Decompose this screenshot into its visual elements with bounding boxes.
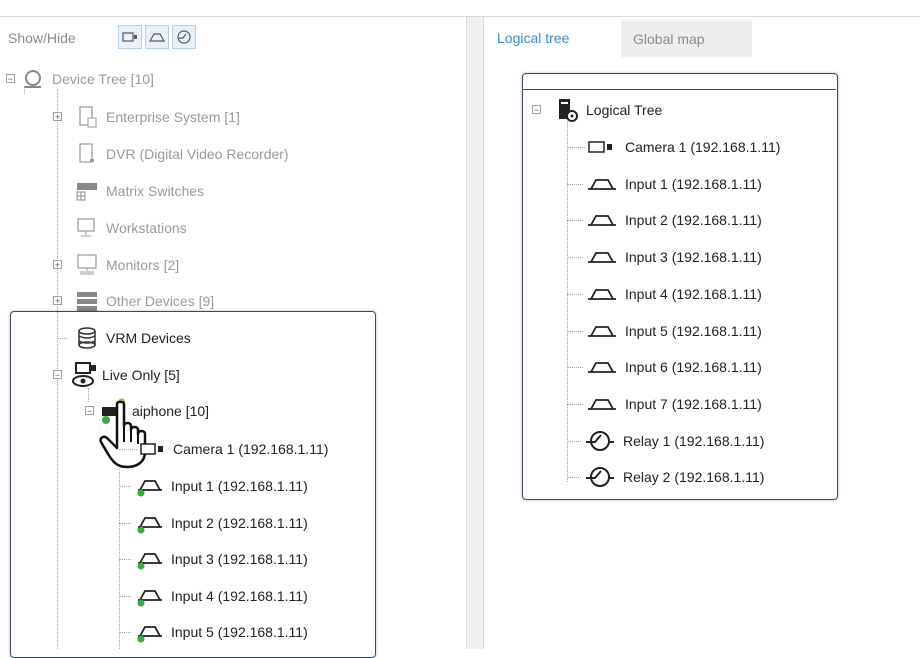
tree-item-input-4[interactable]: Input 4 (192.168.1.11)	[119, 585, 308, 607]
tree-label: Input 1 (192.168.1.11)	[625, 176, 762, 192]
tree-item-workstations[interactable]: Workstations	[50, 217, 187, 239]
expand-icon[interactable]: +	[53, 260, 62, 270]
tree-label: Relay 2 (192.168.1.11)	[623, 469, 765, 485]
relay-icon	[583, 430, 617, 452]
show-hide-label: Show/Hide	[8, 30, 76, 46]
device-tree-icon	[20, 68, 46, 90]
tree-label: Workstations	[106, 220, 187, 236]
tab-logical-tree[interactable]: Logical tree	[497, 30, 569, 46]
tree-item-input-2[interactable]: Input 2 (192.168.1.11)	[119, 512, 308, 534]
camera-icon	[587, 136, 619, 158]
logical-tree-icon	[554, 99, 580, 122]
tree-label: Input 3 (192.168.1.11)	[171, 551, 308, 567]
collapse-icon[interactable]: −	[6, 74, 15, 84]
input-icon	[135, 548, 165, 570]
tree-label: Enterprise System [1]	[106, 109, 240, 125]
tree-item-input-1[interactable]: Input 1 (192.168.1.11)	[119, 475, 308, 497]
tree-label: Camera 1 (192.168.1.11)	[625, 139, 781, 155]
input-icon	[135, 475, 165, 497]
tree-item-matrix[interactable]: Matrix Switches	[50, 180, 204, 202]
live-only-icon	[70, 362, 96, 387]
tree-label: Input 5 (192.168.1.11)	[171, 624, 308, 640]
tree-item-live-only[interactable]: − Live Only [5]	[50, 362, 180, 387]
expand-icon[interactable]: +	[53, 112, 62, 122]
other-devices-icon	[74, 290, 100, 312]
input-icon	[135, 585, 165, 607]
input-icon	[585, 173, 619, 195]
tree-label: VRM Devices	[106, 330, 191, 346]
tree-item-device-tree[interactable]: − Device Tree [10]	[6, 68, 154, 90]
collapse-icon[interactable]: −	[53, 370, 62, 380]
tree-item-dvr[interactable]: DVR (Digital Video Recorder)	[50, 143, 289, 165]
relay-icon	[177, 30, 191, 44]
logical-item-camera-1[interactable]: Camera 1 (192.168.1.11)	[567, 136, 780, 158]
tree-label: Input 7 (192.168.1.11)	[625, 396, 762, 412]
tree-item-vrm-devices[interactable]: VRM Devices	[50, 327, 191, 349]
logical-item-relay-2[interactable]: Relay 2 (192.168.1.11)	[567, 466, 764, 488]
input-icon	[585, 246, 619, 268]
relay-icon	[583, 466, 617, 488]
tree-item-input-3[interactable]: Input 3 (192.168.1.11)	[119, 548, 308, 570]
tree-item-enterprise[interactable]: + Enterprise System [1]	[50, 106, 240, 128]
tree-label: Input 5 (192.168.1.11)	[625, 323, 762, 339]
tree-label: Monitors [2]	[106, 257, 180, 273]
logical-item-input-4[interactable]: Input 4 (192.168.1.11)	[567, 283, 762, 305]
tree-label: Matrix Switches	[106, 183, 205, 199]
matrix-switch-icon	[74, 180, 100, 202]
tree-connector	[57, 312, 58, 649]
dvr-icon	[74, 143, 100, 165]
tree-item-logical-tree[interactable]: − Logical Tree	[530, 99, 663, 122]
tree-label: Input 4 (192.168.1.11)	[171, 588, 308, 604]
tree-label: Camera 1 (192.168.1.11)	[173, 441, 329, 457]
tree-label: Logical Tree	[586, 102, 663, 118]
input-icon	[585, 356, 619, 378]
callout-header	[522, 73, 836, 90]
logical-item-input-1[interactable]: Input 1 (192.168.1.11)	[567, 173, 762, 195]
input-icon	[135, 512, 165, 534]
logical-item-input-6[interactable]: Input 6 (192.168.1.11)	[567, 356, 762, 378]
input-icon	[148, 33, 166, 42]
tree-label: Input 2 (192.168.1.11)	[625, 212, 762, 228]
input-icon	[135, 621, 165, 643]
tree-item-monitors[interactable]: + Monitors [2]	[50, 254, 179, 276]
tree-label: Other Devices [9]	[106, 293, 215, 309]
logical-item-input-5[interactable]: Input 5 (192.168.1.11)	[567, 320, 762, 342]
show-camera-toggle[interactable]	[118, 25, 142, 49]
monitor-icon	[74, 254, 100, 276]
input-icon	[585, 209, 619, 231]
logical-item-relay-1[interactable]: Relay 1 (192.168.1.11)	[567, 430, 764, 452]
logical-item-input-2[interactable]: Input 2 (192.168.1.11)	[567, 209, 762, 231]
pane-splitter[interactable]	[466, 17, 484, 649]
expand-icon[interactable]: +	[53, 296, 62, 306]
camera-icon	[139, 438, 167, 460]
tab-global-map[interactable]: Global map	[621, 20, 752, 57]
vrm-devices-icon	[74, 327, 100, 349]
show-relay-toggle[interactable]	[172, 25, 196, 49]
tree-label: Device Tree [10]	[52, 71, 154, 87]
input-icon	[585, 320, 619, 342]
tree-label: Live Only [5]	[102, 367, 180, 383]
logical-item-input-7[interactable]: Input 7 (192.168.1.11)	[567, 393, 762, 415]
tree-item-camera-1[interactable]: Camera 1 (192.168.1.11)	[119, 438, 328, 460]
show-input-toggle[interactable]	[145, 25, 169, 49]
collapse-icon[interactable]: −	[85, 406, 94, 416]
tree-item-other-devices[interactable]: + Other Devices [9]	[50, 290, 214, 312]
tree-label: DVR (Digital Video Recorder)	[106, 146, 289, 162]
input-icon	[585, 283, 619, 305]
tree-label: Input 3 (192.168.1.11)	[625, 249, 762, 265]
tree-label: Input 6 (192.168.1.11)	[625, 359, 762, 375]
collapse-icon[interactable]: −	[532, 105, 541, 115]
tree-label: Input 2 (192.168.1.11)	[171, 515, 308, 531]
tree-label: Input 4 (192.168.1.11)	[625, 286, 762, 302]
logical-item-input-3[interactable]: Input 3 (192.168.1.11)	[567, 246, 762, 268]
tree-label: Input 1 (192.168.1.11)	[171, 478, 308, 494]
tree-label: Relay 1 (192.168.1.11)	[623, 433, 765, 449]
input-icon	[585, 393, 619, 415]
tree-item-input-5[interactable]: Input 5 (192.168.1.11)	[119, 621, 308, 643]
enterprise-system-icon	[74, 106, 100, 128]
camera-icon	[122, 32, 137, 42]
workstation-icon	[74, 217, 100, 239]
